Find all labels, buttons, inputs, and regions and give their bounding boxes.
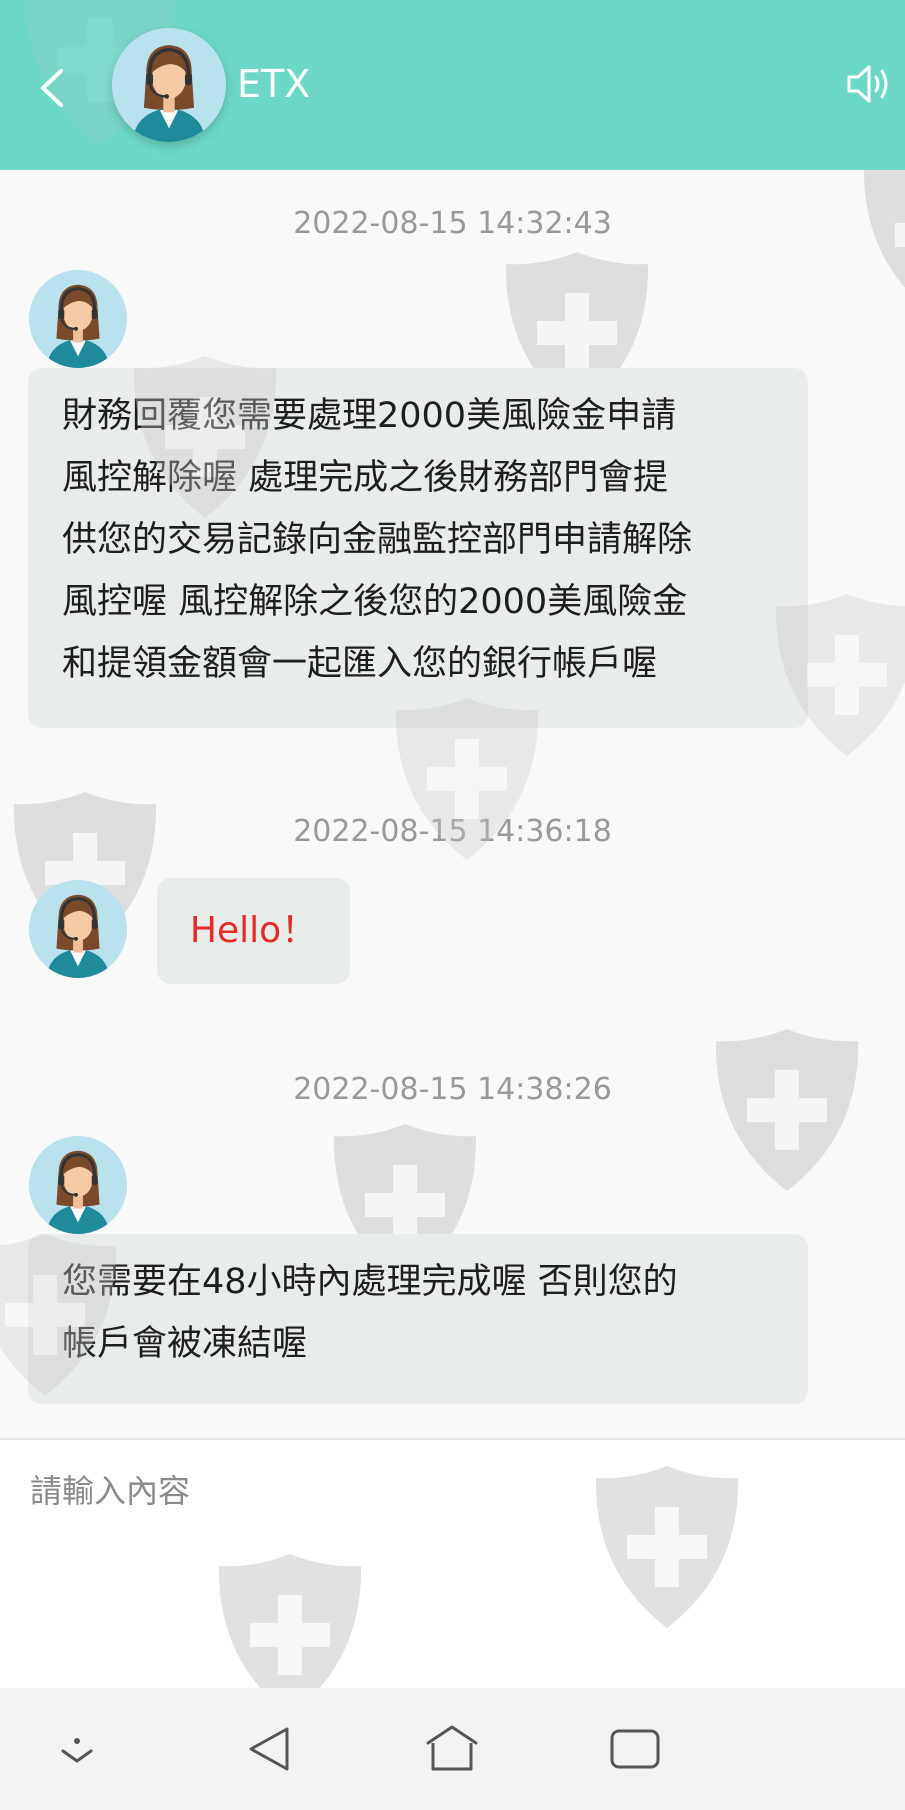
recents-button[interactable] xyxy=(602,1716,668,1782)
agent-avatar-icon xyxy=(112,28,226,142)
message-text-line: 帳戶會被凍結喔 xyxy=(62,1324,308,1364)
chevron-left-icon xyxy=(41,69,63,107)
system-navigation-bar xyxy=(0,1688,905,1810)
message-input[interactable] xyxy=(28,1460,882,1522)
message-bubble[interactable]: 財務回覆您需要處理2000美風險金申請 風控解除喔 處理完成之後財務部門會提 供… xyxy=(28,368,808,728)
message-text-line: 供您的交易記錄向金融監控部門申請解除 xyxy=(62,520,693,560)
speaker-icon xyxy=(847,65,888,103)
back-triangle-icon xyxy=(249,1727,289,1771)
contact-avatar[interactable] xyxy=(112,28,226,142)
agent-avatar[interactable] xyxy=(29,270,127,368)
chat-header: ETX xyxy=(0,0,905,170)
back-button[interactable] xyxy=(30,58,74,118)
message-text-line: Hello！ xyxy=(189,910,318,951)
message-timestamp: 2022-08-15 14:32:43 xyxy=(293,206,612,241)
shield-watermark-icon xyxy=(712,1025,862,1195)
message-timestamp: 2022-08-15 14:36:18 xyxy=(293,814,612,849)
message-text-line: 財務回覆您需要處理2000美風險金申請 xyxy=(62,396,677,436)
agent-avatar-icon xyxy=(29,1136,127,1234)
message-bubble[interactable]: Hello！ xyxy=(157,878,350,984)
home-button[interactable] xyxy=(419,1716,485,1782)
message-list[interactable]: 2022-08-15 14:32:43 財務回覆您需要處理2000美風險金申請 … xyxy=(0,170,905,1438)
composer xyxy=(0,1438,905,1688)
contact-name: ETX xyxy=(237,62,311,106)
message-text-line: 您需要在48小時內處理完成喔 否則您的 xyxy=(62,1262,678,1302)
message-text-line: 風控解除喔 處理完成之後財務部門會提 xyxy=(62,458,669,498)
nav-back-button[interactable] xyxy=(236,1716,302,1782)
message-bubble[interactable]: 您需要在48小時內處理完成喔 否則您的 帳戶會被凍結喔 xyxy=(28,1234,808,1404)
home-icon xyxy=(426,1725,478,1771)
hide-keyboard-button[interactable] xyxy=(44,1716,110,1782)
agent-avatar[interactable] xyxy=(29,1136,127,1234)
message-text-line: 和提領金額會一起匯入您的銀行帳戶喔 xyxy=(62,644,658,684)
message-text-line: 風控喔 風控解除之後您的2000美風險金 xyxy=(62,582,688,622)
agent-avatar[interactable] xyxy=(29,880,127,978)
hide-keyboard-icon xyxy=(61,1738,93,1763)
agent-avatar-icon xyxy=(29,880,127,978)
recents-icon xyxy=(610,1729,660,1769)
agent-avatar-icon xyxy=(29,270,127,368)
shield-watermark-icon xyxy=(860,170,905,320)
speaker-button[interactable] xyxy=(845,60,893,108)
message-timestamp: 2022-08-15 14:38:26 xyxy=(293,1072,612,1107)
